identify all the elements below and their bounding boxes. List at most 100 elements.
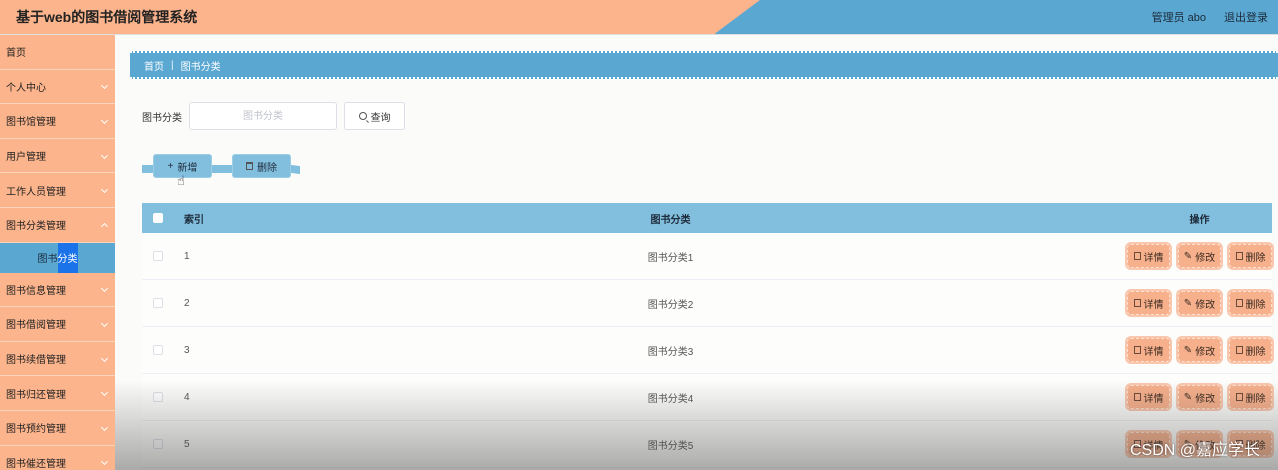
row-category: 图书分类5: [647, 440, 694, 452]
table-row: 4 图书分类4 详情 ✎ 修改 删除: [142, 374, 1272, 421]
sidebar-item-reminder-management[interactable]: 图书催还管理: [0, 446, 115, 470]
row-operations: 详情 ✎ 修改 删除: [1127, 244, 1272, 268]
edit-button[interactable]: ✎ 修改: [1178, 338, 1221, 362]
top-header: 基于web的图书借阅管理系统 管理员 abo 退出登录: [0, 0, 1278, 34]
row-delete-button[interactable]: 删除: [1229, 291, 1272, 315]
column-header-index: 索引: [184, 214, 204, 226]
chevron-down-icon: [100, 82, 109, 90]
breadcrumb: 首页 | 图书分类: [130, 51, 1278, 79]
sidebar-item-book-info-management[interactable]: 图书信息管理: [0, 273, 115, 308]
edit-button[interactable]: ✎ 修改: [1178, 385, 1221, 409]
chevron-up-icon: [100, 222, 109, 230]
sidebar-item-label: 工作人员管理: [6, 186, 66, 198]
row-delete-label: 删除: [1245, 346, 1266, 358]
trash-icon: [1235, 393, 1243, 401]
trash-icon: [246, 162, 253, 170]
chevron-down-icon: [100, 354, 109, 362]
sidebar-item-borrow-management[interactable]: 图书借阅管理: [0, 307, 115, 342]
pencil-icon: ✎: [1183, 344, 1193, 356]
search-bar: 图书分类 查询: [142, 102, 405, 130]
admin-username: 管理员 abo: [1151, 12, 1206, 24]
row-index: 3: [184, 344, 190, 356]
row-index: 1: [184, 250, 190, 262]
sidebar-item-label: 图书归还管理: [6, 389, 66, 401]
breadcrumb-home[interactable]: 首页: [144, 58, 164, 73]
detail-label: 详情: [1143, 393, 1164, 405]
pencil-icon: ✎: [1183, 391, 1193, 403]
sidebar-item-staff-management[interactable]: 工作人员管理: [0, 173, 115, 208]
row-operations: 详情 ✎ 修改 删除: [1127, 338, 1272, 362]
row-delete-button[interactable]: 删除: [1229, 338, 1272, 362]
category-search-input[interactable]: [189, 102, 337, 130]
row-index: 4: [184, 391, 190, 403]
row-index: 5: [184, 438, 190, 450]
row-delete-label: 删除: [1245, 299, 1266, 311]
trash-icon: [1235, 346, 1243, 354]
sidebar-subitem-book-category[interactable]: 图书 分类: [0, 242, 115, 274]
select-all-checkbox[interactable]: [153, 213, 163, 223]
delete-button[interactable]: 删除: [232, 154, 291, 178]
search-icon: [358, 112, 367, 120]
edit-label: 修改: [1195, 393, 1216, 405]
edit-label: 修改: [1195, 299, 1216, 311]
row-delete-button[interactable]: 删除: [1229, 244, 1272, 268]
document-icon: [1133, 346, 1141, 354]
sidebar-item-home[interactable]: 首页: [0, 35, 115, 70]
sidebar-item-label: 用户管理: [6, 152, 46, 164]
detail-button[interactable]: 详情: [1127, 338, 1170, 362]
row-checkbox[interactable]: [153, 345, 163, 355]
sidebar-subitem-label-prefix: 图书: [37, 254, 58, 266]
table-header: 索引 图书分类 操作: [142, 203, 1272, 233]
chevron-down-icon: [100, 423, 109, 431]
search-button-label: 查询: [370, 112, 391, 124]
sidebar-item-label: 图书信息管理: [6, 285, 66, 297]
chevron-down-icon: [100, 151, 109, 159]
sidebar-item-library-management[interactable]: 图书馆管理: [0, 104, 115, 139]
sidebar-item-renew-management[interactable]: 图书续借管理: [0, 342, 115, 377]
chevron-down-icon: [100, 389, 109, 397]
row-delete-label: 删除: [1245, 393, 1266, 405]
table-row: 3 图书分类3 详情 ✎ 修改 删除: [142, 327, 1272, 374]
app-title: 基于web的图书借阅管理系统: [16, 9, 198, 25]
row-delete-label: 删除: [1245, 252, 1266, 264]
sidebar-item-category-management[interactable]: 图书分类管理: [0, 208, 115, 243]
detail-button[interactable]: 详情: [1127, 291, 1170, 315]
sidebar-item-reservation-management[interactable]: 图书预约管理: [0, 411, 115, 446]
chevron-down-icon: [100, 116, 109, 125]
column-header-category: 图书分类: [650, 214, 691, 226]
sidebar-item-label: 图书续借管理: [6, 355, 66, 367]
row-checkbox[interactable]: [153, 439, 163, 449]
search-button[interactable]: 查询: [344, 102, 405, 130]
edit-button[interactable]: ✎ 修改: [1178, 244, 1221, 268]
row-checkbox[interactable]: [153, 392, 163, 402]
sidebar-item-user-management[interactable]: 用户管理: [0, 139, 115, 174]
sidebar-item-label: 个人中心: [6, 82, 46, 94]
row-category: 图书分类2: [647, 299, 694, 311]
row-checkbox[interactable]: [153, 251, 163, 261]
row-delete-button[interactable]: 删除: [1229, 385, 1272, 409]
edit-button[interactable]: ✎ 修改: [1178, 291, 1221, 315]
main-content: 首页 | 图书分类 图书分类 查询 + 新增 删除 索引 图书分类 操作: [115, 35, 1278, 470]
pencil-icon: ✎: [1183, 297, 1193, 309]
chevron-down-icon: [100, 186, 109, 194]
sidebar-item-return-management[interactable]: 图书归还管理: [0, 376, 115, 411]
delete-button-label: 删除: [257, 162, 277, 174]
detail-button[interactable]: 详情: [1127, 385, 1170, 409]
logout-link[interactable]: 退出登录: [1224, 9, 1268, 25]
sidebar-item-personal-center[interactable]: 个人中心: [0, 70, 115, 105]
action-toolbar: + 新增 删除: [142, 154, 312, 182]
edit-label: 修改: [1195, 346, 1216, 358]
sidebar-item-label: 图书分类管理: [6, 221, 66, 233]
detail-label: 详情: [1143, 299, 1164, 311]
pencil-icon: ✎: [1183, 250, 1193, 262]
sidebar-item-label: 图书借阅管理: [6, 320, 66, 332]
sidebar-item-label: 图书馆管理: [6, 117, 56, 129]
document-icon: [1133, 252, 1141, 260]
edit-label: 修改: [1195, 252, 1216, 264]
sidebar-subitem-label-highlight: 分类: [57, 242, 78, 274]
detail-button[interactable]: 详情: [1127, 244, 1170, 268]
add-button-label: 新增: [177, 162, 198, 174]
row-checkbox[interactable]: [153, 298, 163, 308]
search-label: 图书分类: [142, 112, 182, 124]
sidebar-item-label: 首页: [6, 48, 26, 60]
